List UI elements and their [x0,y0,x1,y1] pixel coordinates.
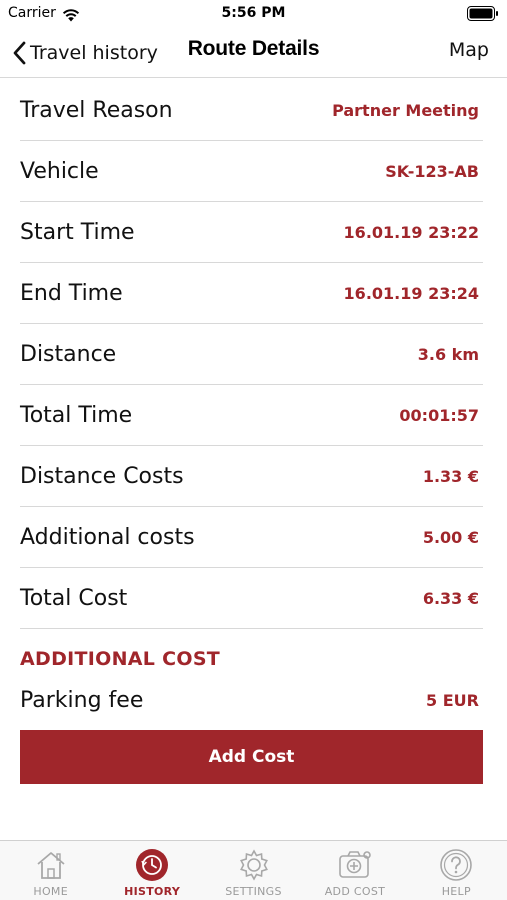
additional-cost-heading: ADDITIONAL COST [20,648,221,670]
detail-value: 1.33 € [422,466,479,486]
detail-value: 3.6 km [417,344,479,364]
detail-row-start-time: Start Time 16.01.19 23:22 [20,202,483,263]
tab-label: ADD COST [324,885,386,898]
detail-row-travel-reason: Travel Reason Partner Meeting [20,80,483,141]
detail-label: Total Cost [20,585,128,611]
tab-label: HELP [441,885,471,898]
detail-row-total-time: Total Time 00:01:57 [20,385,483,446]
history-icon [134,847,170,883]
tab-label: HOME [33,885,68,898]
detail-label: Start Time [20,219,135,245]
navigation-bar: Travel history Route Details Map [0,28,507,78]
detail-label: Distance Costs [20,463,184,489]
page-title: Route Details [187,37,320,60]
add-cost-icon [337,847,373,883]
tab-bar: HOME HISTORY SETTINGS ADD COST HELP [0,840,507,900]
detail-row-end-time: End Time 16.01.19 23:24 [20,263,483,324]
tab-add-cost[interactable]: ADD COST [304,841,405,900]
detail-label: Distance [20,341,117,367]
gear-icon [236,847,272,883]
detail-row-additional-costs: Additional costs 5.00 € [20,507,483,568]
detail-value: SK-123-AB [385,161,479,181]
tab-label: HISTORY [124,885,181,898]
detail-row-total-cost: Total Cost 6.33 € [20,568,483,629]
tab-home[interactable]: HOME [0,841,101,900]
route-details-list: Travel Reason Partner Meeting Vehicle SK… [20,80,483,629]
status-time: 5:56 PM [221,5,286,21]
detail-value: Partner Meeting [332,100,479,120]
tab-help[interactable]: HELP [406,841,507,900]
detail-label: Total Time [20,402,133,428]
detail-row-distance-costs: Distance Costs 1.33 € [20,446,483,507]
add-cost-button[interactable]: Add Cost [20,730,483,784]
additional-cost-label: Parking fee [20,687,144,713]
detail-label: Travel Reason [20,97,173,123]
detail-label: End Time [20,280,123,306]
detail-value: 16.01.19 23:24 [343,283,479,303]
detail-label: Vehicle [20,158,99,184]
detail-value: 16.01.19 23:22 [343,222,479,242]
tab-history[interactable]: HISTORY [101,841,202,900]
status-bar: Carrier 5:56 PM [0,0,507,28]
home-icon [33,847,69,883]
detail-row-distance: Distance 3.6 km [20,324,483,385]
additional-cost-item: Parking fee 5 EUR [20,682,483,718]
help-icon [438,847,474,883]
tab-settings[interactable]: SETTINGS [203,841,304,900]
detail-row-vehicle: Vehicle SK-123-AB [20,141,483,202]
detail-value: 6.33 € [422,588,479,608]
map-button[interactable]: Map [449,39,489,61]
detail-value: 00:01:57 [399,405,479,425]
detail-value: 5.00 € [422,527,479,547]
tab-label: SETTINGS [225,885,282,898]
detail-label: Additional costs [20,524,195,550]
battery-icon [467,6,499,21]
additional-cost-value: 5 EUR [426,690,479,710]
